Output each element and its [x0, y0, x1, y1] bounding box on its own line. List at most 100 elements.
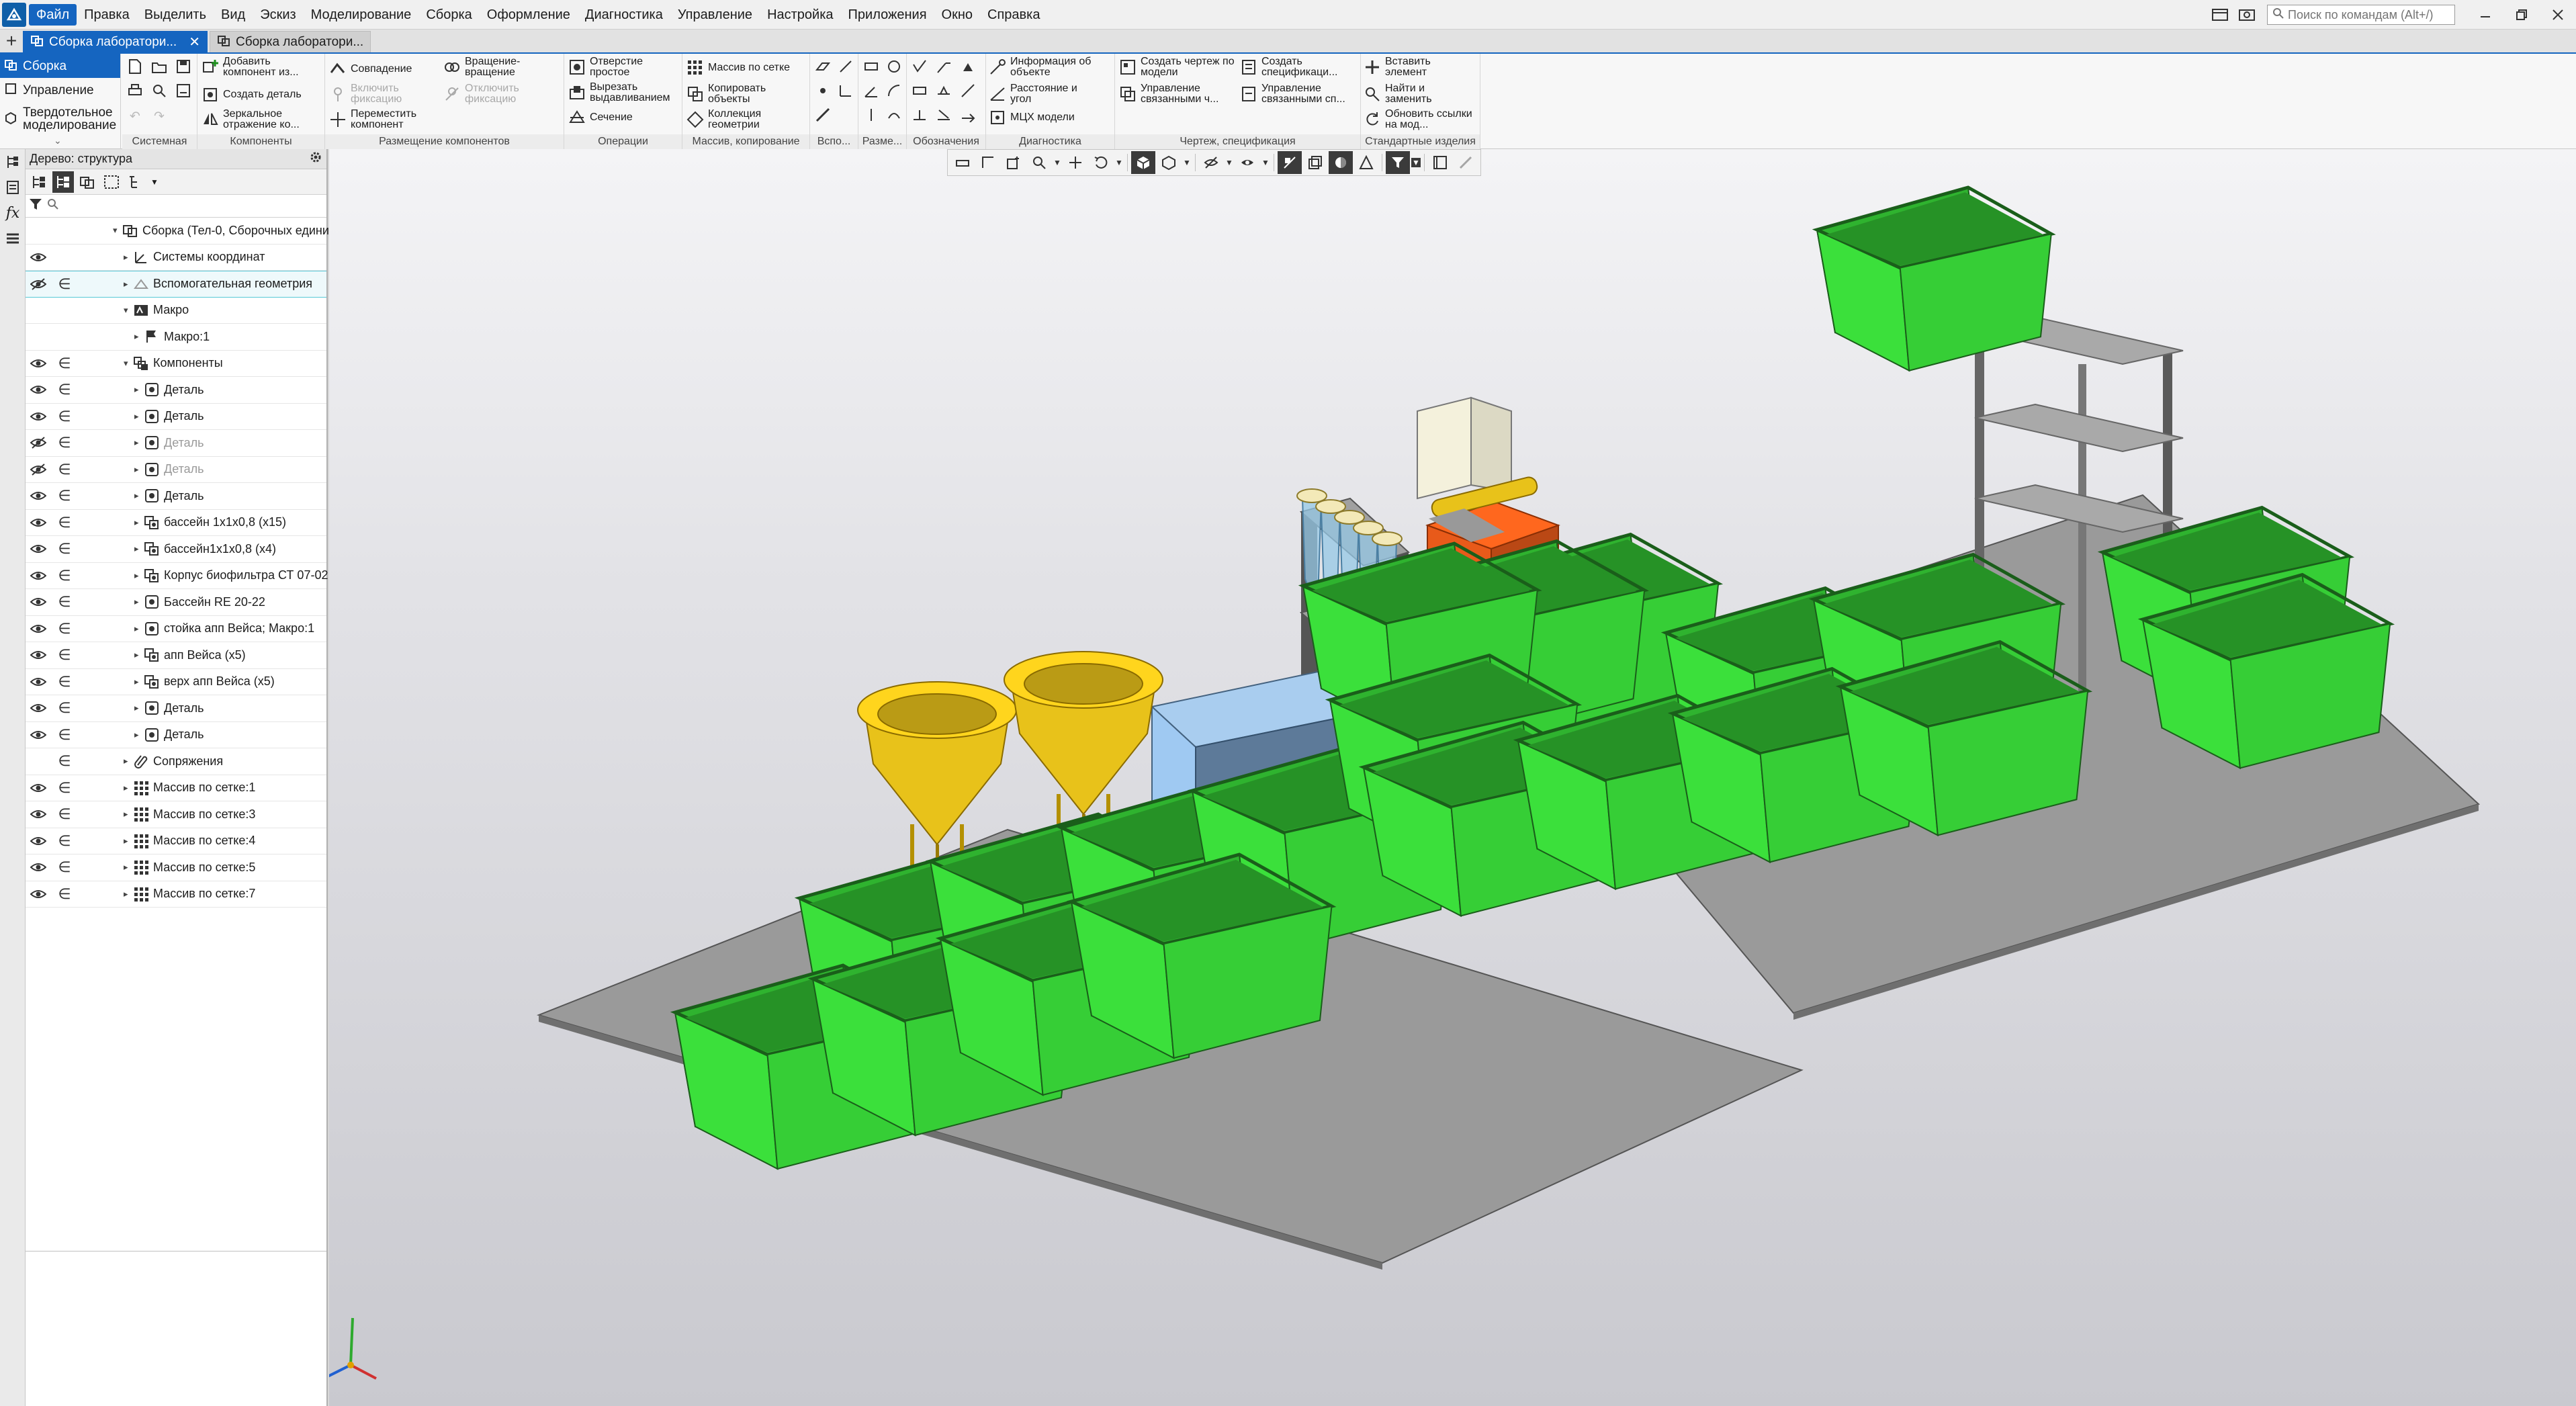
tree-row[interactable]: ∈ ▸ Массив по сетке:7	[26, 881, 326, 908]
control-box[interactable]	[1417, 396, 1472, 500]
expand-chevron-icon[interactable]: ▸	[134, 650, 139, 660]
tree-row[interactable]: ∈ ▸ бассейн 1х1х0,8 (х15)	[26, 510, 326, 536]
create-spec-button[interactable]: Создать спецификаци...	[1240, 56, 1349, 78]
menu-item[interactable]: Файл	[29, 3, 77, 26]
tree-row[interactable]: ∈ ▸ Массив по сетке:3	[26, 801, 326, 828]
zoom-window-icon[interactable]	[1002, 151, 1026, 174]
hide-icon[interactable]	[1199, 151, 1223, 174]
frame-icon[interactable]	[1303, 151, 1327, 174]
chevron-down-icon[interactable]: ▼	[1411, 158, 1421, 167]
include-in-calc-icon[interactable]: ∈	[54, 642, 75, 668]
tree-row[interactable]: ▾ Макро	[26, 298, 326, 324]
include-in-calc-icon[interactable]: ∈	[54, 483, 75, 509]
geometry-collection-button[interactable]: Коллекция геометрии	[686, 109, 782, 130]
tree-row[interactable]: ∈ ▸ бассейн1х1х0,8 (х4)	[26, 536, 326, 563]
tree-row[interactable]: ∈ ▸ Деталь	[26, 404, 326, 430]
zoom-icon[interactable]	[1027, 151, 1051, 174]
measure-panel-icon[interactable]	[1428, 151, 1452, 174]
tree-grid-icon[interactable]	[101, 171, 122, 193]
expand-chevron-icon[interactable]: ▸	[134, 676, 139, 687]
display-mode-icon[interactable]	[1235, 151, 1259, 174]
open-folder-icon[interactable]	[149, 56, 169, 77]
control-box-side[interactable]	[1470, 396, 1512, 493]
expand-chevron-icon[interactable]: ▸	[134, 517, 139, 528]
tree-row[interactable]: ∈ ▸ Массив по сетке:5	[26, 854, 326, 881]
angle-dimension-icon[interactable]	[861, 81, 881, 101]
tree-view-icon[interactable]	[28, 171, 50, 193]
undo-icon[interactable]: ↶	[125, 106, 145, 126]
tree-hierarchy-icon[interactable]	[125, 171, 146, 193]
expand-chevron-icon[interactable]: ▸	[134, 703, 139, 713]
shaded-icon[interactable]	[1329, 151, 1353, 174]
restore-button[interactable]	[2503, 1, 2540, 28]
manage-linked-spec-button[interactable]: Управление связанными сп...	[1240, 83, 1356, 105]
aux-axis-icon[interactable]	[836, 56, 856, 77]
mode-solid-modeling[interactable]: Твердотельное моделирование	[0, 102, 120, 136]
erase-icon[interactable]	[1454, 151, 1478, 174]
print-icon[interactable]	[125, 81, 145, 101]
menu-item[interactable]: Справка	[980, 4, 1047, 26]
chevron-down-icon[interactable]: ▼	[1053, 158, 1062, 167]
tree-row[interactable]: ∈ ▸ Сопряжения	[26, 748, 326, 775]
text-mark-icon[interactable]	[909, 105, 930, 125]
tree-row[interactable]: ∈ ▸ Вспомогательная геометрия	[26, 271, 326, 298]
visibility-eye-icon[interactable]	[26, 404, 51, 430]
expand-chevron-icon[interactable]: ▸	[134, 464, 139, 475]
menu-item[interactable]: Сборка	[418, 4, 479, 26]
menu-item[interactable]: Управление	[670, 4, 760, 26]
include-in-calc-icon[interactable]: ∈	[54, 457, 75, 483]
tree-row[interactable]: ∈ ▸ Массив по сетке:1	[26, 775, 326, 801]
tree-row[interactable]: ∈ ▸ Бассейн RE 20-22	[26, 589, 326, 616]
tree-row[interactable]: ▾ Сборка (Тел-0, Сборочных единиц	[26, 218, 336, 245]
visibility-eye-icon[interactable]	[26, 775, 51, 801]
include-in-calc-icon[interactable]: ∈	[54, 748, 75, 775]
menu-item[interactable]: Эскиз	[253, 4, 303, 26]
expand-chevron-icon[interactable]: ▸	[124, 809, 128, 820]
leader-icon[interactable]	[934, 56, 954, 77]
roughness-icon[interactable]	[909, 56, 930, 77]
axis-z-icon[interactable]	[329, 1364, 351, 1378]
insert-element-button[interactable]: Вставить элемент	[1364, 56, 1459, 78]
tree-filter-input[interactable]	[63, 197, 318, 215]
copy-objects-button[interactable]: Копировать объекты	[686, 83, 782, 105]
expand-chevron-icon[interactable]: ▸	[134, 623, 139, 634]
visibility-off-icon[interactable]	[26, 430, 51, 456]
include-in-calc-icon[interactable]: ∈	[54, 510, 75, 536]
tree-row[interactable]: ∈ ▸ Деталь	[26, 722, 326, 748]
visibility-eye-icon[interactable]	[26, 881, 51, 908]
diameter-dimension-icon[interactable]	[884, 56, 904, 77]
tree-row[interactable]: ∈ ▾ Компоненты	[26, 351, 326, 377]
panel-expand-chevron-icon[interactable]: ⌄	[54, 135, 62, 146]
3d-scene[interactable]	[329, 149, 2576, 1406]
visibility-eye-icon[interactable]	[26, 722, 51, 748]
tree-row[interactable]: ∈ ▸ Деталь	[26, 457, 326, 483]
visibility-eye-icon[interactable]	[26, 589, 51, 615]
weiss-apparatus-top[interactable]	[1372, 531, 1403, 546]
disable-fixation-button[interactable]: Отключить фиксацию	[443, 83, 532, 105]
document-tab-2[interactable]: Сборка лаборатори...	[209, 31, 371, 52]
include-in-calc-icon[interactable]: ∈	[54, 828, 75, 854]
move-component-button[interactable]: Переместить компонент	[329, 109, 425, 130]
tank-inner[interactable]	[877, 693, 997, 735]
chevron-down-icon[interactable]: ▼	[1225, 158, 1234, 167]
hole-button[interactable]: Отверстие простое	[568, 56, 657, 78]
grid-array-button[interactable]: Массив по сетке	[686, 59, 790, 77]
redo-icon[interactable]: ↷	[149, 106, 169, 126]
expand-chevron-icon[interactable]: ▸	[134, 331, 139, 342]
create-part-button[interactable]: Создать деталь	[202, 86, 302, 103]
mass-properties-button[interactable]: МЦХ модели	[989, 109, 1075, 126]
visibility-eye-icon[interactable]	[26, 801, 51, 828]
include-in-calc-icon[interactable]: ∈	[54, 589, 75, 615]
chevron-down-icon[interactable]: ▼	[1261, 158, 1270, 167]
settings-gear-icon[interactable]	[309, 150, 322, 167]
tolerance-icon[interactable]	[909, 81, 930, 101]
menu-item[interactable]: Приложения	[841, 4, 934, 26]
include-in-calc-icon[interactable]: ∈	[54, 536, 75, 562]
include-in-calc-icon[interactable]: ∈	[54, 271, 75, 297]
base-icon[interactable]	[958, 56, 978, 77]
tree-structure-mode-icon[interactable]	[52, 171, 74, 193]
include-in-calc-icon[interactable]: ∈	[54, 351, 75, 377]
save-icon[interactable]	[173, 56, 193, 77]
arc-dimension-icon[interactable]	[884, 105, 904, 125]
aux-line-icon[interactable]	[813, 105, 833, 125]
